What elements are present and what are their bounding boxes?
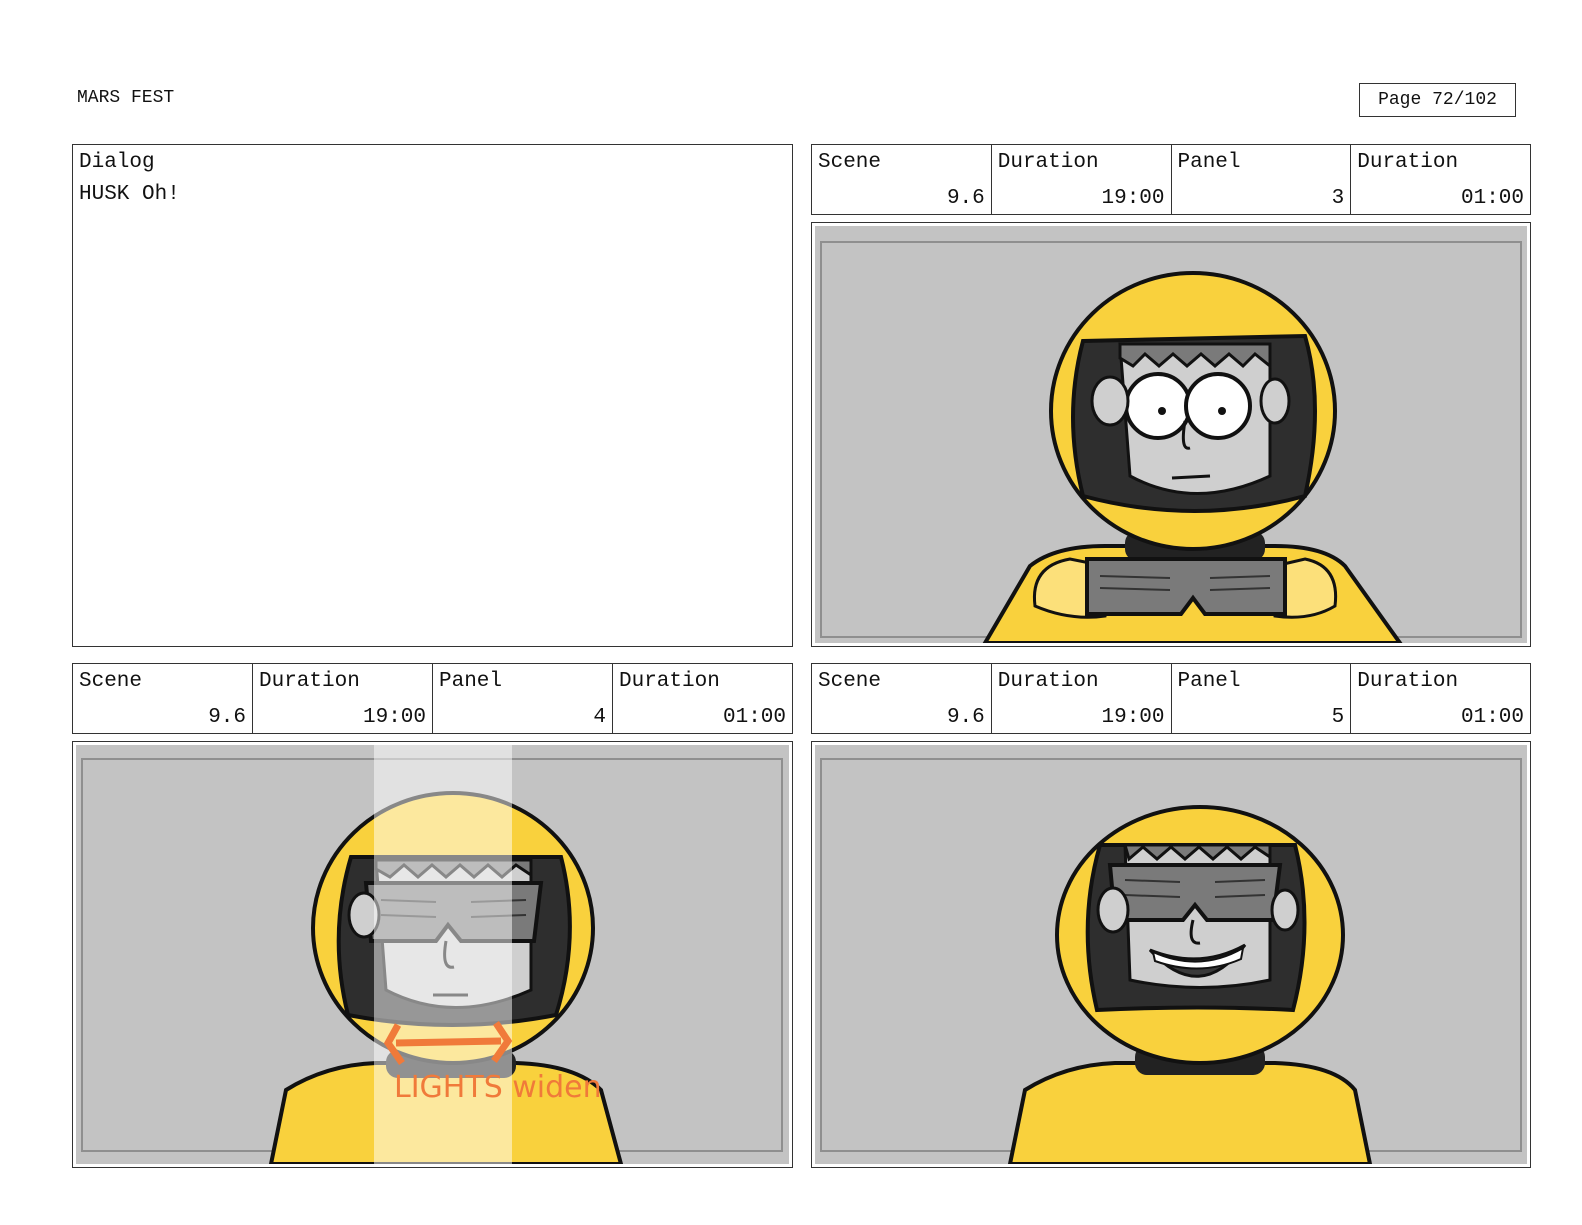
page-label: Page [1378,90,1422,110]
panel-number: 5 [1331,706,1345,729]
panel-duration-label: Duration [1357,151,1459,174]
scene-label: Scene [79,670,143,693]
scene-duration-cell: Duration 19:00 [253,664,433,733]
panel-number: 3 [1331,187,1345,210]
scene-duration-value: 19:00 [1101,706,1165,729]
panel-duration-cell: Duration 01:00 [1351,664,1530,733]
panel-5-frame [811,741,1531,1168]
duration-label: Duration [997,151,1099,174]
dialog-label: Dialog [79,151,155,174]
panel-duration-cell: Duration 01:00 [1351,145,1530,214]
scene-duration-cell: Duration 19:00 [992,145,1172,214]
panel-number: 4 [593,706,606,729]
panel-cell: Panel 5 [1172,664,1352,733]
panel-4-drawing: LIGHTS widen [76,745,789,1164]
panel-duration-cell: Duration 01:00 [613,664,792,733]
panel-duration-value: 01:00 [1460,187,1524,210]
scene-duration-value: 19:00 [362,706,426,729]
scene-value: 9.6 [208,706,246,729]
document-title: MARS FEST [77,88,175,108]
scene-cell: Scene 9.6 [73,664,253,733]
scene-cell: Scene 9.6 [812,664,992,733]
scene-label: Scene [818,151,882,174]
scene-duration-value: 19:00 [1101,187,1165,210]
duration-label: Duration [259,670,360,693]
page-indicator: Page 72/102 [1359,83,1516,117]
panel-4-info: Scene 9.6 Duration 19:00 Panel 4 Duration 01… [72,663,793,734]
panel-duration-value: 01:00 [1460,706,1524,729]
panel-5-drawing [815,745,1527,1164]
panel-label: Panel [439,670,503,693]
scene-value: 9.6 [946,706,985,729]
panel-duration-label: Duration [619,670,720,693]
duration-label: Duration [997,670,1099,693]
panel-4-frame: LIGHTS widen [72,741,793,1168]
scene-value: 9.6 [946,187,985,210]
page-number: 72/102 [1432,90,1497,110]
panel-cell: Panel 4 [433,664,613,733]
annotation-text: LIGHTS widen [394,1070,602,1105]
panel-5-info: Scene 9.6 Duration 19:00 Panel 5 Duration 01… [811,663,1531,734]
panel-3-info: Scene 9.6 Duration 19:00 Panel 3 Duration 01… [811,144,1531,215]
panel-3-drawing [815,226,1527,643]
panel-duration-value: 01:00 [722,706,786,729]
dialog-box: Dialog HUSK Oh! [72,144,793,647]
panel-3-frame [811,222,1531,647]
panel-label: Panel [1177,151,1241,174]
dialog-text: HUSK Oh! [79,183,180,206]
scene-label: Scene [818,670,882,693]
scene-cell: Scene 9.6 [812,145,992,214]
panel-label: Panel [1177,670,1241,693]
panel-cell: Panel 3 [1172,145,1352,214]
scene-duration-cell: Duration 19:00 [992,664,1172,733]
panel-duration-label: Duration [1357,670,1459,693]
annotation-line: LIGHTS widen [394,1070,602,1105]
